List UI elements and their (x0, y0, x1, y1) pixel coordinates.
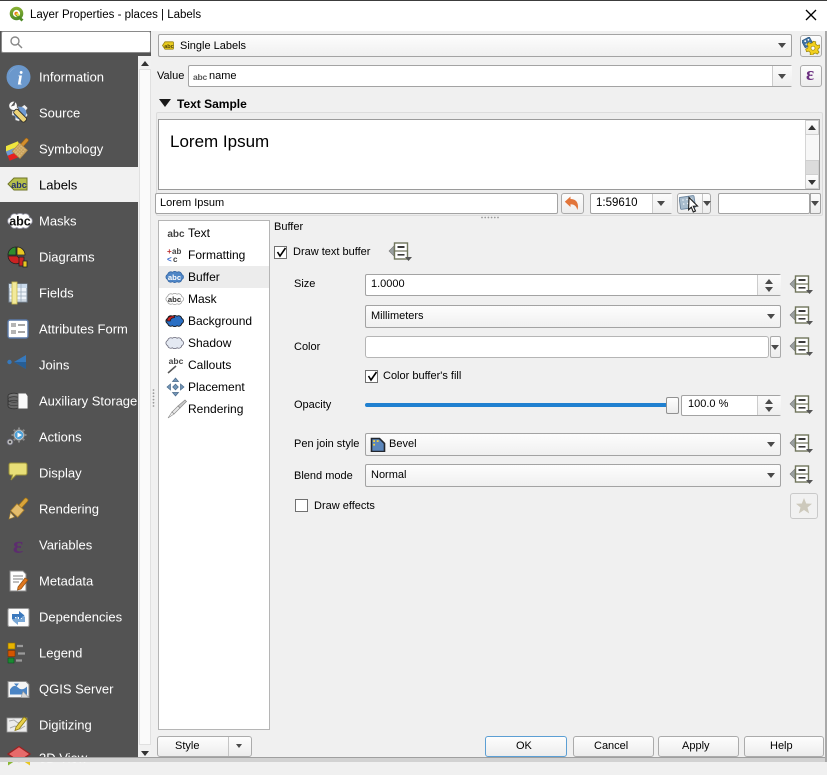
svg-text:c: c (173, 255, 178, 264)
svg-text:abc: abc (164, 44, 173, 50)
svg-text:abc: abc (168, 273, 182, 282)
svg-text:abc: abc (9, 215, 31, 229)
svg-text:abc: abc (167, 229, 185, 240)
svg-text:i: i (17, 69, 23, 90)
svg-text:abc: abc (169, 356, 184, 366)
svg-text:<: < (167, 255, 172, 264)
svg-text:abc: abc (11, 180, 27, 190)
svg-text:ε: ε (13, 533, 23, 557)
svg-text:abc: abc (168, 295, 182, 304)
